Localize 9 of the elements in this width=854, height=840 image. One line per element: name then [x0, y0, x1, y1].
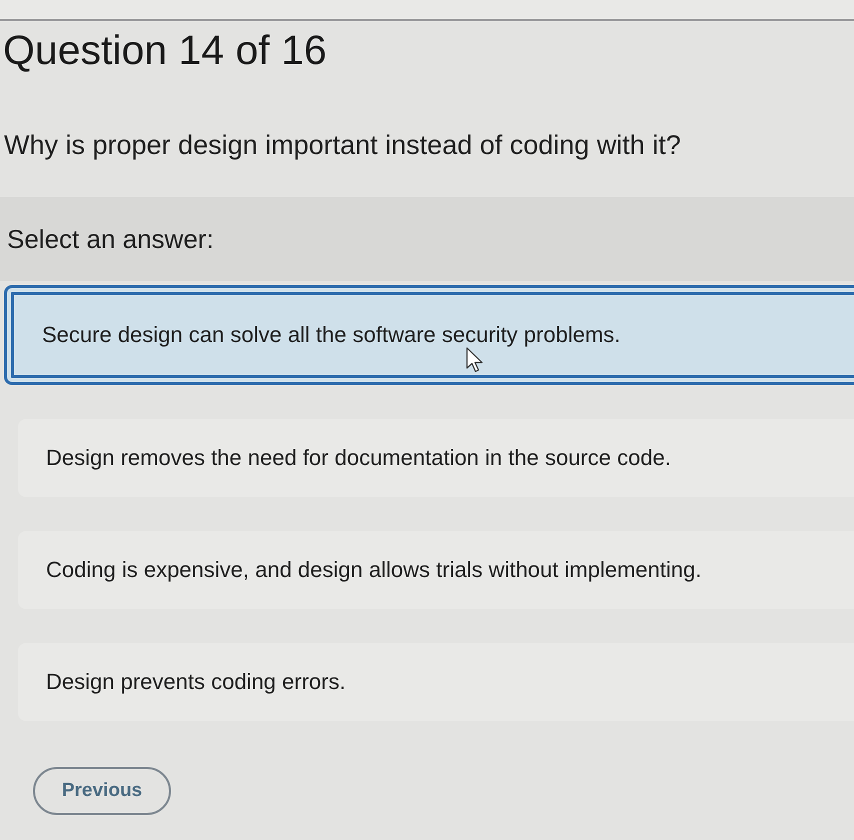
question-counter: Question 14 of 16	[3, 27, 327, 73]
previous-button[interactable]: Previous	[33, 767, 171, 815]
answer-option[interactable]: Coding is expensive, and design allows trials without implementing.	[18, 531, 854, 609]
answer-option[interactable]: Secure design can solve all the software security problems.	[4, 285, 854, 385]
answer-prompt: Select an answer:	[7, 224, 214, 254]
answer-option[interactable]: Design prevents coding errors.	[18, 643, 854, 721]
mouse-cursor-icon	[466, 347, 484, 373]
question-text: Why is proper design important instead of coding with it?	[4, 129, 681, 161]
answer-option[interactable]: Design removes the need for documentation in the source code.	[18, 419, 854, 497]
